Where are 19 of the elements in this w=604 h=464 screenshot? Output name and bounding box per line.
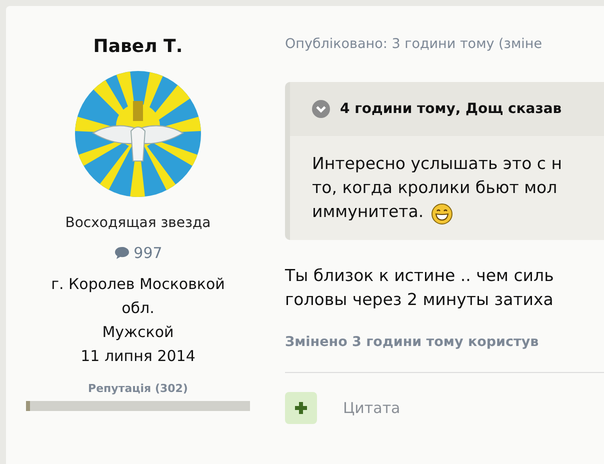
post-text: Ты близок к истине .. чем силь головы через 2 минуты затиха — [285, 265, 555, 311]
member-rank: Восходящая звезда — [65, 215, 211, 231]
add-button[interactable] — [285, 392, 317, 424]
profile-info: 11 липня 2014 — [80, 346, 196, 367]
edit-note: Змінено 3 години тому користув — [285, 334, 540, 350]
profile-info: г. Королев Московкой обл. — [51, 274, 225, 319]
quote-line: иммунитета. — [312, 201, 424, 223]
grinning-face-icon — [430, 203, 453, 225]
quote-line: то, когда кролики бьют мол — [312, 177, 558, 199]
author-name[interactable]: Павел Т. — [93, 36, 183, 57]
quote-header: 4 години тому, Дощ сказав — [340, 101, 562, 117]
plus-icon — [295, 402, 307, 414]
reputation-label: Репутація (302) — [88, 382, 188, 395]
chevron-icon[interactable] — [312, 100, 330, 118]
published-date: Опубліковано: 3 години тому (зміне — [285, 36, 544, 52]
speech-bubble-icon — [114, 246, 130, 260]
post-count: 997 — [134, 244, 162, 262]
quote-line: Интересно услышать это с н — [312, 153, 562, 175]
profile-info: Мужской — [102, 322, 174, 343]
